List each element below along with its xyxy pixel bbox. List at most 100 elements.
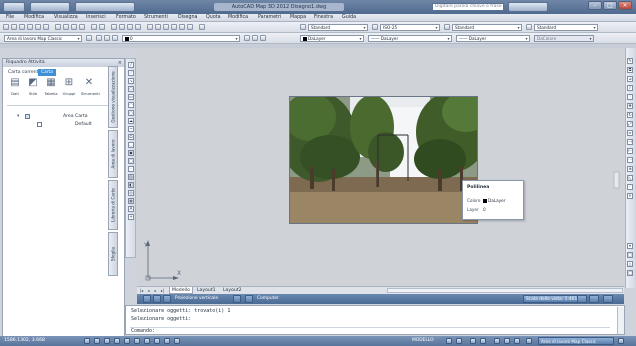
grid-toggle-icon[interactable]	[153, 295, 161, 303]
stretch-icon[interactable]: ⇔	[627, 130, 633, 136]
projection-settings-icon[interactable]	[245, 295, 253, 303]
minimize-button[interactable]: –	[588, 1, 602, 10]
quick-access-toolbar[interactable]	[30, 2, 70, 12]
layer-isolate-icon[interactable]	[260, 35, 266, 41]
infocenter-icons[interactable]	[508, 2, 548, 12]
break-icon[interactable]: ⋯	[627, 157, 633, 163]
table-style-select[interactable]: Standard ▾	[452, 24, 522, 31]
app-menu-icon[interactable]	[3, 2, 25, 12]
properties-icon[interactable]	[147, 24, 153, 30]
dynamic-input-icon[interactable]	[164, 338, 170, 344]
explode-icon[interactable]: ✳	[627, 193, 633, 199]
make-block-icon[interactable]: ▢	[128, 158, 134, 164]
snap-mode-icon[interactable]	[94, 338, 100, 344]
add-selected-icon[interactable]: +	[128, 214, 134, 220]
object-snap-tracking-icon[interactable]	[144, 338, 150, 344]
menu-parametri[interactable]: Parametri	[258, 14, 281, 22]
navigation-bar-icon[interactable]	[600, 170, 620, 190]
command-line[interactable]: Selezionare oggetti: trovato(i) 1 Selezi…	[125, 305, 625, 335]
mirror-icon[interactable]: ⊿	[627, 76, 633, 82]
menu-finestra[interactable]: Finestra	[314, 14, 333, 22]
undo-icon[interactable]	[91, 24, 97, 30]
layer-properties-icon[interactable]	[96, 35, 102, 41]
map-area-checkbox[interactable]	[25, 114, 30, 119]
paste-icon[interactable]	[71, 24, 77, 30]
tab-layout1[interactable]: Layout1	[195, 287, 218, 294]
polar-tracking-icon[interactable]	[124, 338, 130, 344]
prev-tab-icon[interactable]: ◂	[146, 288, 151, 293]
menu-file[interactable]: File	[6, 14, 14, 22]
zoom-status-icon[interactable]	[480, 338, 486, 344]
text-style-select[interactable]: Standard ▾	[308, 24, 368, 31]
rotate-icon[interactable]: ↻	[627, 112, 633, 118]
table-draw-icon[interactable]: ▦	[128, 198, 134, 204]
line-icon[interactable]: /	[128, 62, 134, 68]
layer-state-icon[interactable]	[104, 35, 110, 41]
osnap-icon[interactable]: ⌖	[627, 243, 633, 249]
horizontal-scrollbar[interactable]	[387, 288, 623, 293]
multileader-style-select[interactable]: Standard ▾	[534, 24, 598, 31]
expand-icon[interactable]: ▾	[17, 113, 19, 121]
join-icon[interactable]: ⊕	[627, 166, 633, 172]
close-button[interactable]: ×	[618, 1, 632, 10]
zoom-realtime-icon[interactable]	[119, 24, 125, 30]
close-icon[interactable]: ×	[118, 59, 122, 67]
tool-palettes-icon[interactable]	[163, 24, 169, 30]
markup-icon[interactable]	[179, 24, 185, 30]
preview-icon[interactable]	[35, 24, 41, 30]
tree-item-default[interactable]: Default	[37, 121, 117, 129]
dynamic-ucs-icon[interactable]	[154, 338, 160, 344]
data-button[interactable]: ▤ Dati	[7, 77, 23, 96]
spline-icon[interactable]: ~	[128, 126, 134, 132]
last-tab-icon[interactable]: ▸|	[160, 288, 165, 293]
grid-display-icon[interactable]	[104, 338, 110, 344]
maximize-button[interactable]: □	[603, 1, 617, 10]
tools-button[interactable]: ✕ Strumenti	[81, 77, 100, 96]
extend-icon[interactable]: ⊢	[627, 148, 633, 154]
tab-map-library[interactable]: Libreria di Carte	[108, 180, 118, 230]
current-map-select[interactable]: Carta	[38, 69, 56, 76]
construction-line-icon[interactable]: ⟋	[128, 70, 134, 76]
pan-status-icon[interactable]	[470, 338, 476, 344]
plot-icon[interactable]	[27, 24, 33, 30]
ellipse-arc-icon[interactable]: ◡	[128, 142, 134, 148]
menu-quota[interactable]: Quota	[206, 14, 221, 22]
tab-model[interactable]: Modello	[169, 287, 193, 294]
array-icon[interactable]: ⋮	[627, 94, 633, 100]
hatch-icon[interactable]: ▨	[128, 174, 134, 180]
lineweight-toggle-icon[interactable]	[174, 338, 180, 344]
circle-icon[interactable]: ○	[128, 110, 134, 116]
revision-cloud-icon[interactable]: ☁	[128, 118, 134, 124]
quick-view-layouts-icon[interactable]	[446, 338, 452, 344]
linetype-select[interactable]: —— DaLayer ▾	[368, 35, 452, 42]
osnap-endpoint-icon[interactable]: □	[627, 252, 633, 258]
redo-icon[interactable]	[99, 24, 105, 30]
workspace-switch-icon[interactable]	[526, 338, 532, 344]
dim-style-select[interactable]: ISO-25 ▾	[380, 24, 440, 31]
zoom-window-icon[interactable]	[127, 24, 133, 30]
command-scrollbar[interactable]	[617, 307, 624, 334]
ellipse-icon[interactable]: ⬭	[128, 134, 134, 140]
pan-icon[interactable]	[111, 24, 117, 30]
polygon-icon[interactable]: ⬡	[128, 86, 134, 92]
tab-workspace[interactable]: Area di lavoro	[108, 130, 118, 178]
computer-label[interactable]: Computer	[255, 295, 281, 303]
menu-strumenti[interactable]: Strumenti	[144, 14, 168, 22]
workspace-switcher[interactable]	[75, 2, 135, 12]
help-icon[interactable]	[199, 24, 205, 30]
lineweight-select[interactable]: —— DaLayer ▾	[456, 35, 530, 42]
plotstyle-select[interactable]: DaColore ▾	[534, 35, 594, 42]
auto-scale-icon[interactable]	[514, 338, 520, 344]
tab-browse[interactable]: Sfoglia	[108, 232, 118, 276]
scale-icon[interactable]: ⤢	[627, 121, 633, 127]
osnap-center-icon[interactable]: ◯	[627, 270, 633, 276]
next-tab-icon[interactable]: ▸	[153, 288, 158, 293]
fillet-icon[interactable]: ◜	[627, 184, 633, 190]
raster-image[interactable]	[289, 96, 478, 224]
tab-display-manager[interactable]: Gestione visualizzazione	[108, 66, 118, 128]
copy-icon[interactable]	[63, 24, 69, 30]
object-snap-icon[interactable]	[134, 338, 140, 344]
trim-icon[interactable]: ⊣	[627, 139, 633, 145]
annotation-scale-icon[interactable]	[494, 338, 500, 344]
osnap-midpoint-icon[interactable]: △	[627, 261, 633, 267]
